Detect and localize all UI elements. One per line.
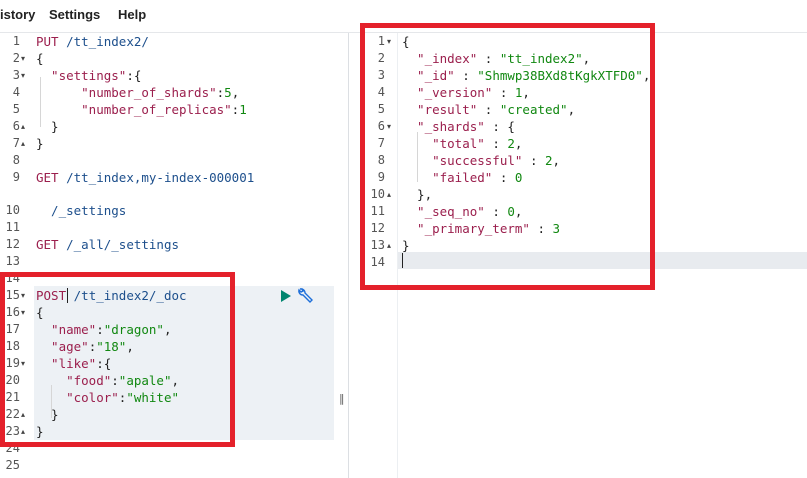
fold-open-icon[interactable]: ▾ [21,54,25,63]
code-line: /_settings [36,202,126,219]
line-number: 2 [12,51,20,65]
annotation-box-request [0,272,235,447]
code-line: PUT /tt_index2/ [36,33,149,50]
code-line: { [36,50,44,67]
code-token: "settings" [36,68,127,83]
code-line: "settings":{ [36,67,141,84]
code-line: } [36,135,44,152]
code-token: /tt_index,my-index-000001 [66,170,255,185]
code-token: } [36,136,44,151]
code-line: "number_of_replicas":1 [36,101,247,118]
code-token: , [231,85,240,100]
menu-help[interactable]: Help [118,7,146,22]
menu-settings[interactable]: Settings [49,7,100,22]
wrench-icon [298,288,313,303]
line-number: 13 [5,254,20,268]
code-token: { [36,51,44,66]
code-token: GET [36,170,67,185]
fold-close-icon[interactable]: ▴ [21,139,25,148]
line-number: 7 [12,136,20,150]
code-token: PUT [36,34,67,49]
code-token: "number_of_replicas" [36,102,232,117]
line-number: 25 [5,458,20,472]
resize-handle-icon[interactable]: ‖ [339,392,345,405]
play-icon [281,290,291,302]
code-token: 5 [224,85,232,100]
code-token: "number_of_shards" [36,85,217,100]
fold-open-icon[interactable]: ▾ [21,71,25,80]
menu-history[interactable]: istory [0,7,35,22]
code-token: /_settings [36,203,127,218]
line-number: 6 [12,119,20,133]
indent-guide [40,77,41,127]
line-number: 1 [12,34,20,48]
code-line: GET /_all/_settings [36,236,179,253]
annotation-box-response [360,23,655,290]
code-line: "number_of_shards":5, [36,84,239,101]
line-number: 8 [12,153,20,167]
line-number: 11 [5,220,20,234]
line-number: 12 [5,237,20,251]
code-line: GET /tt_index,my-index-000001 [36,169,254,186]
code-token: :{ [126,68,142,83]
line-number: 10 [5,203,20,217]
fold-close-icon[interactable]: ▴ [21,122,25,131]
code-token: /tt_index2/ [66,34,149,49]
code-token: GET [36,237,67,252]
request-options-button[interactable] [297,287,315,307]
line-number: 4 [12,85,20,99]
code-token: /_all/_settings [66,237,179,252]
code-token: 1 [239,102,247,117]
line-number: 9 [12,170,20,184]
line-number: 3 [12,68,20,82]
run-request-button[interactable] [279,288,293,307]
line-number: 5 [12,102,20,116]
